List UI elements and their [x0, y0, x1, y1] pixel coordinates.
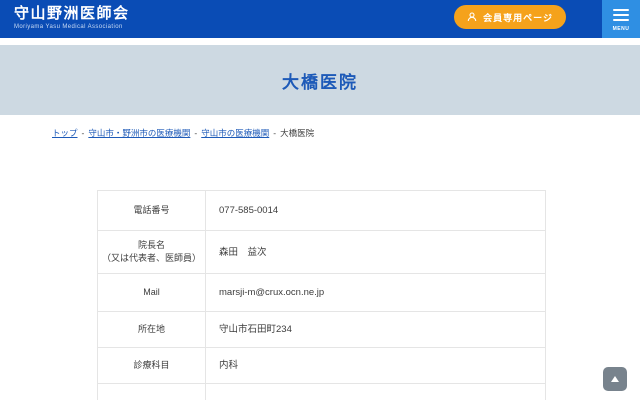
breadcrumb-separator: - [81, 128, 85, 138]
row-value-director: 森田 益次 [219, 246, 267, 258]
site-title: 守山野洲医師会 [14, 5, 130, 22]
title-banner: 大橋医院 [0, 45, 640, 115]
row-value-mail: marsji-m@crux.ocn.ne.jp [219, 287, 325, 298]
breadcrumb: トップ - 守山市・野洲市の医療機関 - 守山市の医療機関 - 大橋医院 [52, 128, 315, 138]
hamburger-icon [613, 9, 629, 11]
breadcrumb-link-moriyama-facilities[interactable]: 守山市の医療機関 [201, 128, 269, 138]
menu-button-label: MENU [612, 26, 630, 32]
back-to-top-button[interactable] [603, 367, 627, 391]
up-arrow-icon [611, 376, 619, 382]
breadcrumb-link-moriyama-yasu-facilities[interactable]: 守山市・野洲市の医療機関 [88, 128, 190, 138]
table-row-department: 診療科目 内科 [98, 348, 545, 384]
table-row-address: 所在地 守山市石田町234 [98, 312, 545, 348]
row-label: 院長名 （又は代表者、医師員） [98, 231, 206, 273]
row-label: Mail [98, 274, 206, 311]
breadcrumb-link-top[interactable]: トップ [52, 128, 78, 138]
header: 守山野洲医師会 Moriyama Yasu Medical Associatio… [0, 0, 640, 38]
row-value-phone: 077-585-0014 [219, 205, 279, 216]
row-label: 所在地 [98, 312, 206, 347]
row-label: 診療科目 [98, 348, 206, 383]
clinic-detail-table: 電話番号 077-585-0014 院長名 （又は代表者、医師員） 森田 益次 … [97, 190, 546, 400]
row-label: 院長からのメッセージ [98, 384, 206, 400]
row-value-message: 昭和36年10月に開設し、患者に寄り添っています [206, 384, 545, 400]
table-row-mail: Mail marsji-m@crux.ocn.ne.jp [98, 274, 545, 312]
breadcrumb-current: 大橋医院 [280, 128, 315, 138]
member-page-button[interactable]: 会員専用ページ [454, 5, 566, 29]
page: 守山野洲医師会 Moriyama Yasu Medical Associatio… [0, 0, 640, 400]
site-logo[interactable]: 守山野洲医師会 Moriyama Yasu Medical Associatio… [14, 5, 130, 30]
row-value-address: 守山市石田町234 [219, 324, 292, 335]
user-icon [467, 12, 477, 22]
row-value-department: 内科 [219, 360, 239, 371]
member-page-button-label: 会員専用ページ [483, 12, 553, 23]
table-row-message: 院長からのメッセージ 昭和36年10月に開設し、患者に寄り添っています [98, 384, 545, 400]
table-row-director: 院長名 （又は代表者、医師員） 森田 益次 [98, 231, 545, 274]
site-subtitle: Moriyama Yasu Medical Association [14, 24, 123, 30]
menu-button[interactable]: MENU [602, 0, 640, 38]
table-row-phone: 電話番号 077-585-0014 [98, 191, 545, 231]
row-label: 電話番号 [98, 191, 206, 230]
page-title: 大橋医院 [282, 72, 358, 92]
